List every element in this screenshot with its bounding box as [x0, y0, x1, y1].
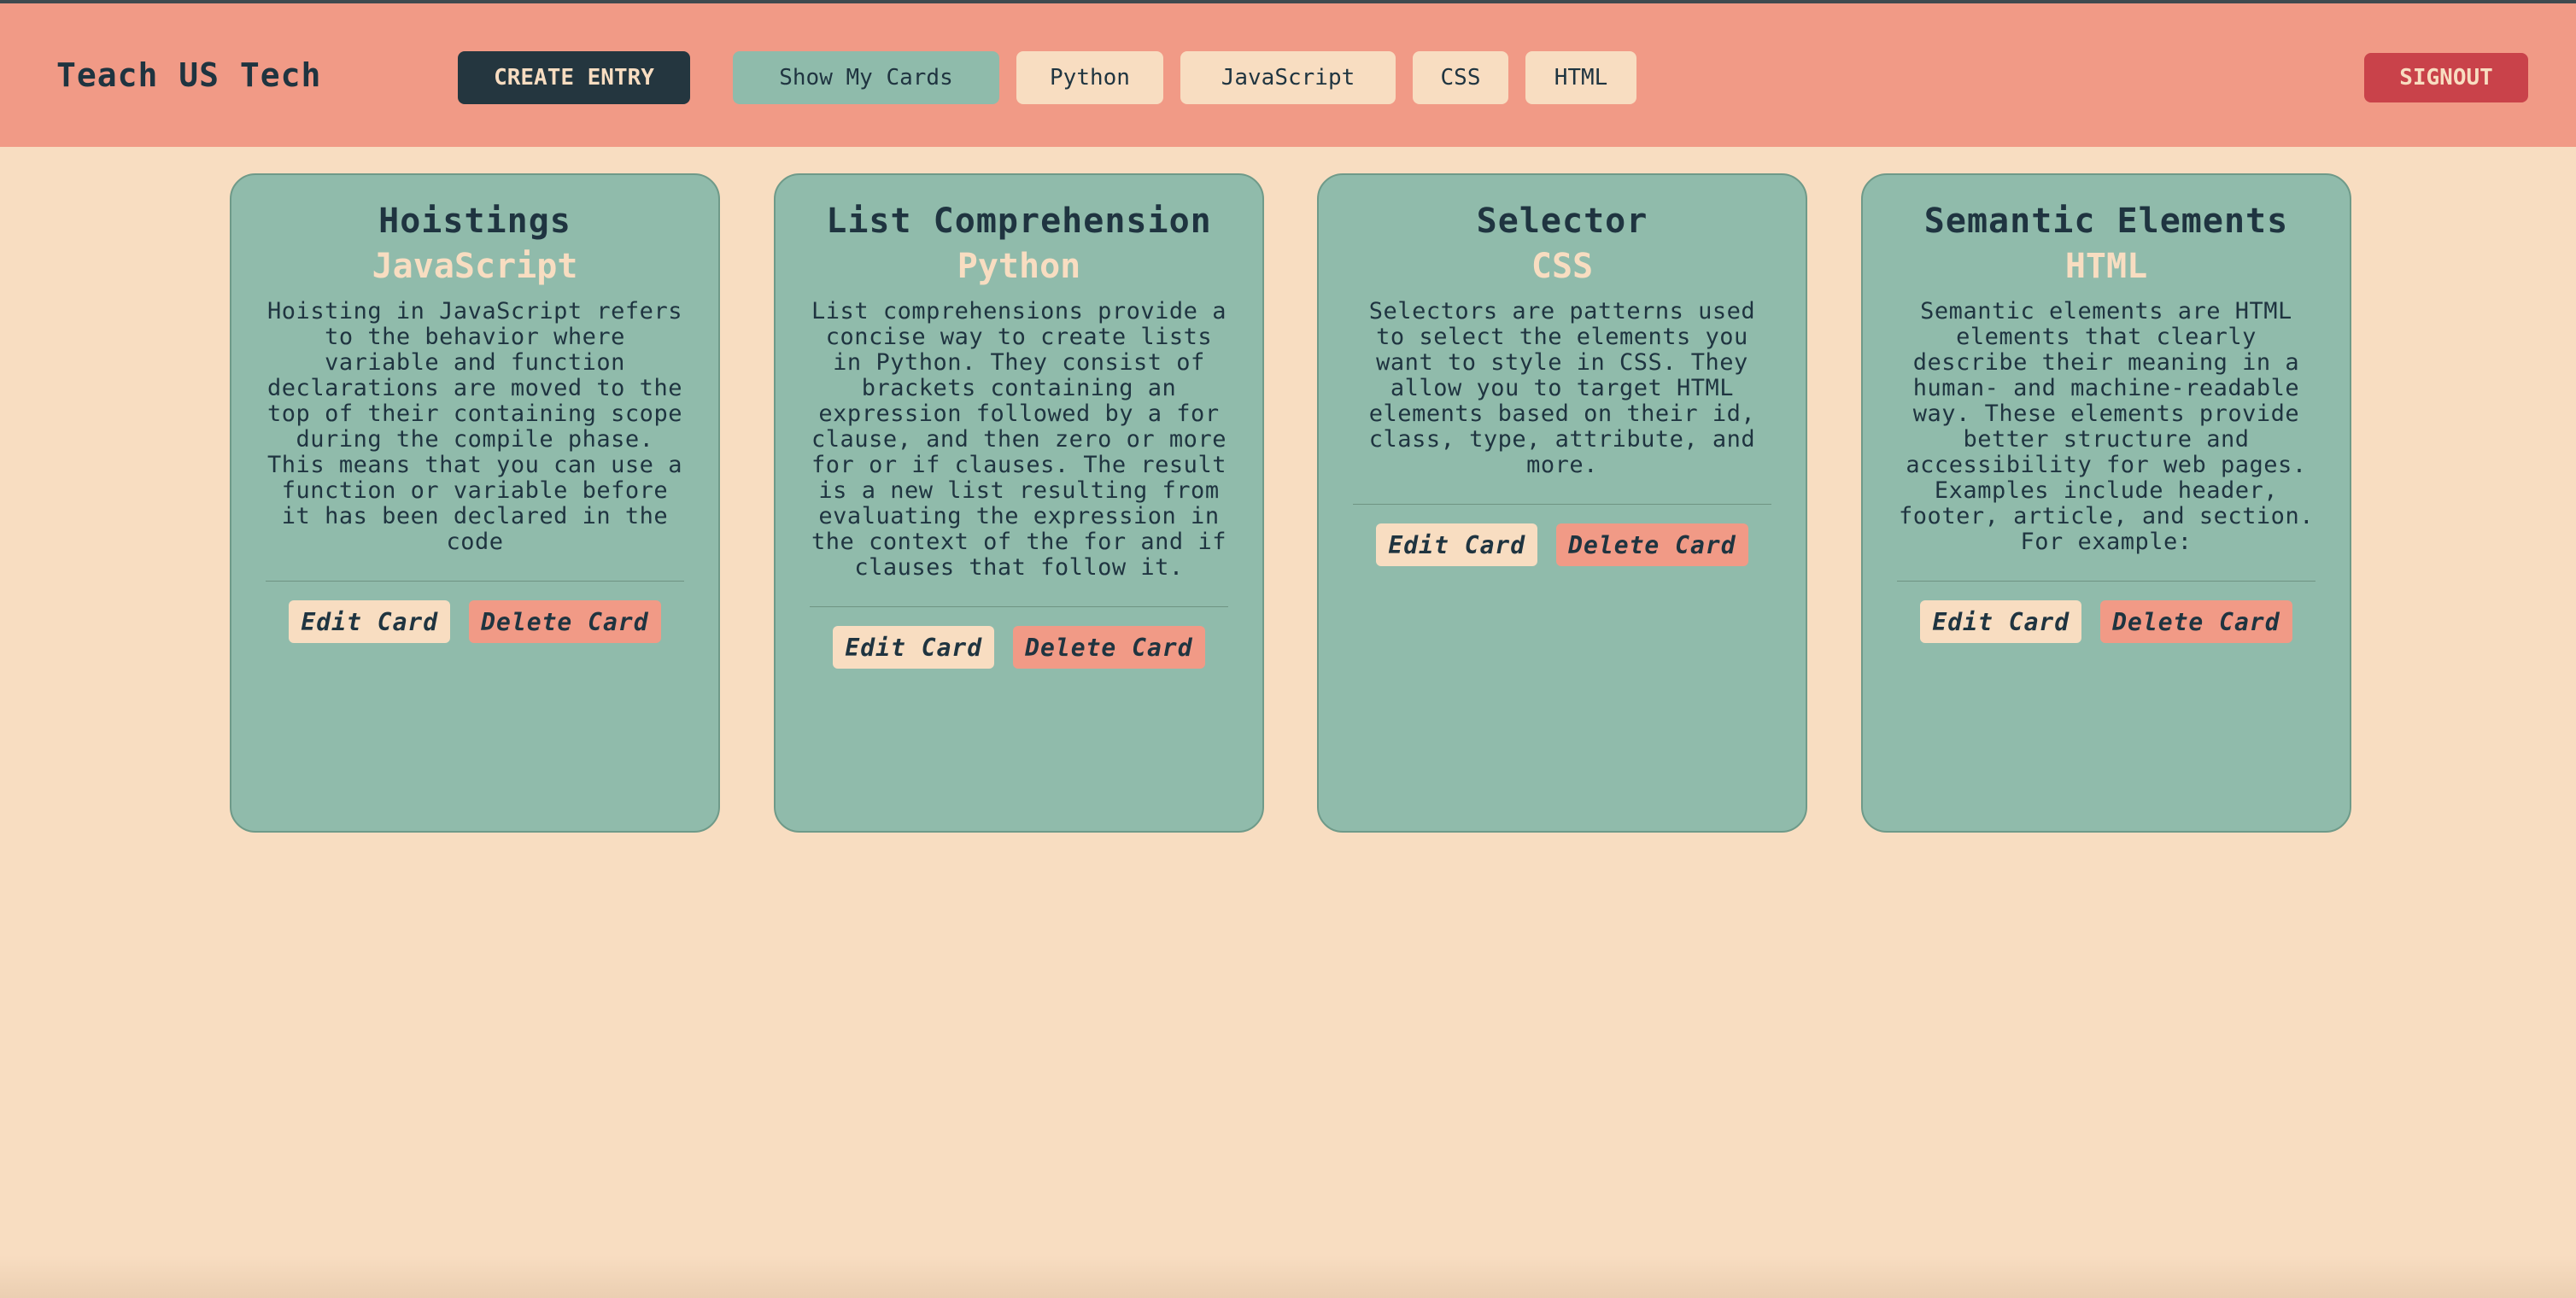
card-divider — [1353, 504, 1771, 505]
card-actions: Edit Card Delete Card — [1863, 600, 2350, 643]
delete-card-button[interactable]: Delete Card — [2100, 600, 2292, 643]
bottom-shadow — [0, 1255, 2576, 1298]
navbar: Teach US Tech CREATE ENTRY Show My Cards… — [0, 3, 2576, 147]
show-my-cards-button[interactable]: Show My Cards — [733, 51, 999, 104]
card-divider — [1897, 581, 2315, 582]
card: Selector CSS Selectors are patterns used… — [1317, 173, 1807, 833]
edit-card-button[interactable]: Edit Card — [289, 600, 451, 643]
signout-button[interactable]: SIGNOUT — [2364, 53, 2528, 102]
card-divider — [810, 606, 1228, 607]
filter-css-button[interactable]: CSS — [1413, 51, 1508, 104]
card-actions: Edit Card Delete Card — [1319, 523, 1806, 566]
card-title: List Comprehension — [826, 202, 1212, 241]
filter-html-button[interactable]: HTML — [1525, 51, 1636, 104]
card-language: Python — [957, 247, 1081, 286]
card-title: Semantic Elements — [1923, 202, 2289, 241]
card-language: JavaScript — [372, 247, 578, 286]
card-language: HTML — [2064, 247, 2148, 286]
card-body: Selectors are patterns used to select th… — [1368, 298, 1756, 478]
edit-card-button[interactable]: Edit Card — [833, 626, 995, 669]
card: Semantic Elements HTML Semantic elements… — [1861, 173, 2351, 833]
card: List Comprehension Python List comprehen… — [774, 173, 1264, 833]
create-entry-button[interactable]: CREATE ENTRY — [458, 51, 690, 104]
card-title: Selector — [1476, 202, 1648, 241]
card-divider — [266, 581, 684, 582]
delete-card-button[interactable]: Delete Card — [1013, 626, 1205, 669]
card: Hoistings JavaScript Hoisting in JavaScr… — [230, 173, 720, 833]
brand-title: Teach US Tech — [56, 56, 322, 94]
card-body: List comprehensions provide a concise wa… — [811, 298, 1227, 581]
edit-card-button[interactable]: Edit Card — [1920, 600, 2082, 643]
card-body: Hoisting in JavaScript refers to the beh… — [267, 298, 682, 555]
card-actions: Edit Card Delete Card — [776, 626, 1262, 669]
card-actions: Edit Card Delete Card — [231, 600, 718, 643]
filter-javascript-button[interactable]: JavaScript — [1180, 51, 1396, 104]
card-body: Semantic elements are HTML elements that… — [1899, 298, 2314, 555]
delete-card-button[interactable]: Delete Card — [469, 600, 661, 643]
edit-card-button[interactable]: Edit Card — [1376, 523, 1538, 566]
card-language: CSS — [1531, 247, 1594, 286]
card-title: Hoistings — [378, 202, 571, 241]
delete-card-button[interactable]: Delete Card — [1556, 523, 1748, 566]
filter-python-button[interactable]: Python — [1016, 51, 1163, 104]
